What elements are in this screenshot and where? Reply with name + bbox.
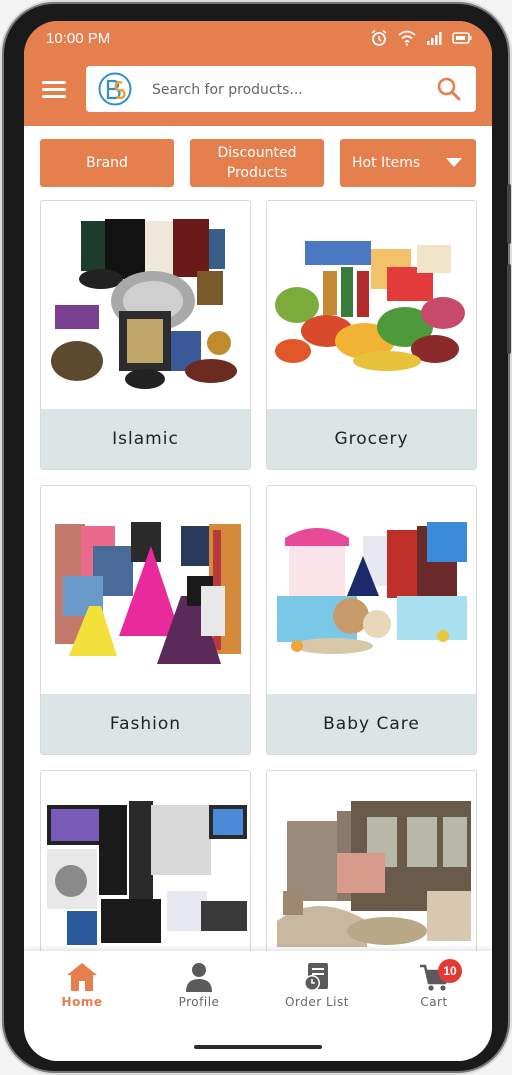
status-bar: 10:00 PM	[24, 21, 492, 55]
islamic-products-image	[51, 219, 237, 389]
alarm-icon	[371, 29, 387, 46]
app-screen: 10:00 PM Search for products... Brand Di…	[24, 21, 492, 1061]
home-icon	[67, 963, 97, 991]
nav-cart[interactable]: 10 Cart	[384, 959, 484, 1021]
menu-button[interactable]	[42, 81, 68, 101]
category-label: Grocery	[267, 409, 476, 469]
profile-icon	[186, 963, 212, 992]
search-bar[interactable]	[86, 66, 476, 112]
electronics-products-image	[47, 801, 247, 945]
logo-icon	[98, 72, 132, 106]
brand-button-label: Brand	[86, 155, 128, 171]
baby-care-products-image	[277, 522, 467, 654]
category-card-grocery[interactable]: Grocery	[266, 200, 477, 470]
menu-icon-bar	[42, 95, 66, 98]
order-list-icon	[304, 963, 328, 991]
nav-home-label: Home	[61, 995, 103, 1009]
fashion-products-image	[55, 522, 241, 664]
hot-items-dropdown[interactable]: Hot Items	[340, 139, 476, 187]
category-label: Baby Care	[267, 694, 476, 754]
discounted-products-button[interactable]: Discounted Products	[190, 139, 324, 187]
home-indicator	[194, 1045, 322, 1049]
category-card-islamic[interactable]: Islamic	[40, 200, 251, 470]
nav-profile[interactable]: Profile	[149, 961, 249, 1021]
menu-icon	[42, 81, 66, 84]
filter-bar: Brand Discounted Products Hot Items	[40, 139, 476, 187]
nav-cart-label: Cart	[420, 995, 448, 1009]
grocery-products-image	[275, 241, 465, 371]
signal-icon	[427, 32, 442, 45]
category-card-baby-care[interactable]: Baby Care	[266, 485, 477, 755]
hot-items-label: Hot Items	[352, 155, 421, 171]
wifi-icon	[398, 30, 416, 46]
chevron-down-icon	[446, 158, 462, 167]
category-label: Islamic	[41, 409, 250, 469]
phone-frame: 10:00 PM Search for products... Brand Di…	[4, 4, 511, 1071]
brand-button[interactable]: Brand	[40, 139, 174, 187]
status-time: 10:00 PM	[46, 30, 111, 47]
furniture-products-image	[277, 801, 471, 947]
nav-profile-label: Profile	[178, 995, 220, 1009]
search-icon[interactable]	[436, 76, 462, 102]
power-button	[507, 264, 511, 354]
battery-icon	[452, 32, 472, 44]
discounted-products-label: Discounted Products	[217, 145, 297, 181]
volume-button	[507, 184, 511, 244]
nav-order-list[interactable]: Order List	[267, 961, 367, 1021]
category-label: Fashion	[41, 694, 250, 754]
app-header: 10:00 PM	[24, 21, 492, 126]
menu-icon-bar	[42, 88, 66, 91]
nav-order-list-label: Order List	[285, 995, 349, 1009]
cart-count-badge: 10	[438, 959, 462, 983]
nav-home[interactable]: Home	[32, 961, 132, 1021]
category-card-fashion[interactable]: Fashion	[40, 485, 251, 755]
search-input[interactable]	[150, 76, 424, 104]
status-icons	[370, 29, 472, 47]
